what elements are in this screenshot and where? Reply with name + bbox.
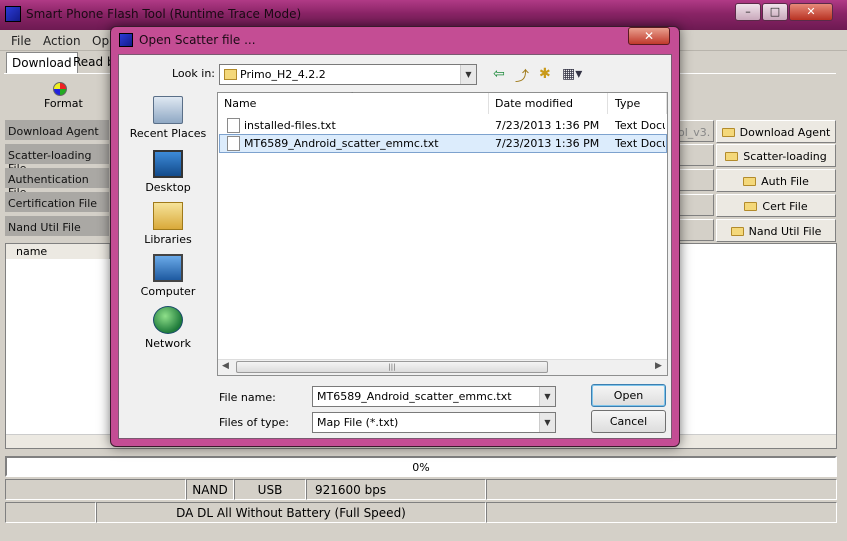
column-date-modified[interactable]: Date modified: [489, 93, 608, 114]
status-cell-8: [486, 502, 837, 523]
label-scatter-loading: Scatter-loading File: [5, 144, 109, 175]
up-folder-icon[interactable]: ⤴: [515, 66, 529, 86]
place-libraries-label: Libraries: [144, 233, 192, 246]
file-name-field[interactable]: MT6589_Android_scatter_emmc.txt ▼: [312, 386, 556, 407]
scroll-thumb[interactable]: |||: [236, 361, 548, 373]
file-date: 7/23/2013 1:36 PM: [495, 137, 600, 150]
place-computer[interactable]: Computer: [123, 254, 213, 298]
cert-file-button[interactable]: Cert File: [716, 194, 836, 217]
folder-icon: [224, 69, 237, 80]
label-certification: Certification File: [5, 192, 109, 214]
open-button[interactable]: Open: [591, 384, 666, 407]
status-port: USB: [234, 479, 306, 500]
folder-icon: [744, 202, 758, 211]
place-recent[interactable]: Recent Places: [123, 96, 213, 140]
file-name-value: MT6589_Android_scatter_emmc.txt: [317, 390, 512, 403]
file-row-selected[interactable]: MT6589_Android_scatter_emmc.txt 7/23/201…: [219, 134, 667, 153]
place-recent-label: Recent Places: [129, 127, 207, 140]
status-baudrate: 921600 bps: [306, 479, 486, 500]
folder-icon: [730, 227, 744, 236]
dialog-app-icon: [119, 33, 133, 47]
status-download-mode: DA DL All Without Battery (Full Speed): [96, 502, 486, 523]
place-computer-label: Computer: [140, 285, 196, 298]
nand-util-file-button[interactable]: Nand Util File: [716, 219, 836, 242]
place-desktop-label: Desktop: [145, 181, 191, 194]
menu-action[interactable]: Action: [43, 34, 81, 48]
progress-bar: 0%: [5, 456, 837, 477]
maximize-button[interactable]: □: [762, 3, 788, 21]
list-header-name[interactable]: name: [6, 244, 110, 259]
chevron-down-icon[interactable]: ▼: [539, 413, 555, 432]
back-icon[interactable]: ⇦: [493, 66, 505, 82]
view-menu-icon[interactable]: ▦▾: [562, 66, 582, 82]
file-type: Text Docu: [615, 119, 665, 132]
file-name: MT6589_Android_scatter_emmc.txt: [244, 137, 439, 150]
file-type: Text Docu: [615, 137, 665, 150]
file-row[interactable]: installed-files.txt 7/23/2013 1:36 PM Te…: [219, 116, 667, 135]
scatter-path[interactable]: [676, 144, 714, 166]
auth-file-button-label: Auth File: [761, 175, 809, 188]
text-file-icon: [227, 118, 240, 133]
scroll-left-icon[interactable]: ◀: [222, 361, 229, 371]
folder-icon: [743, 177, 757, 186]
app-icon: [5, 6, 21, 22]
place-desktop[interactable]: Desktop: [123, 150, 213, 194]
computer-icon: [153, 254, 183, 282]
format-icon[interactable]: [53, 82, 67, 96]
format-button-label[interactable]: Format: [44, 97, 83, 110]
auth-file-button[interactable]: Auth File: [716, 169, 836, 192]
look-in-label: Look in:: [172, 67, 215, 80]
place-libraries[interactable]: Libraries: [123, 202, 213, 246]
nand-util-path[interactable]: [676, 219, 714, 241]
column-name[interactable]: Name: [218, 93, 489, 114]
libraries-icon: [153, 202, 183, 230]
file-type-label: Files of type:: [219, 416, 290, 429]
text-file-icon: [227, 136, 240, 151]
column-type[interactable]: Type: [609, 93, 667, 114]
chevron-down-icon[interactable]: ▼: [460, 65, 476, 84]
tab-download[interactable]: Download: [6, 52, 78, 73]
place-network[interactable]: Network: [123, 306, 213, 350]
download-agent-button-label: Download Agent: [739, 126, 831, 139]
folder-icon: [721, 128, 735, 137]
file-type-value: Map File (*.txt): [317, 416, 399, 429]
desktop-icon: [153, 150, 183, 178]
scatter-loading-button[interactable]: Scatter-loading: [716, 144, 836, 167]
cert-file-button-label: Cert File: [762, 200, 808, 213]
dialog-close-button[interactable]: ✕: [628, 27, 670, 45]
status-cell-5: [486, 479, 837, 500]
cancel-button[interactable]: Cancel: [591, 410, 666, 433]
label-download-agent: Download Agent: [5, 120, 109, 142]
file-date: 7/23/2013 1:36 PM: [495, 119, 600, 132]
folder-icon: [725, 152, 739, 161]
status-cell-1: [5, 479, 186, 500]
menu-file[interactable]: File: [11, 34, 31, 48]
look-in-combo[interactable]: Primo_H2_4.2.2 ▼: [219, 64, 477, 85]
look-in-value: Primo_H2_4.2.2: [240, 68, 326, 81]
new-folder-icon[interactable]: ✱: [539, 66, 551, 82]
status-storage: NAND: [186, 479, 234, 500]
auth-path[interactable]: [676, 169, 714, 191]
chevron-down-icon[interactable]: ▼: [539, 387, 555, 406]
minimize-button[interactable]: –: [735, 3, 761, 21]
status-cell-6: [5, 502, 96, 523]
place-network-label: Network: [145, 337, 191, 350]
label-nand-util: Nand Util File: [5, 216, 109, 238]
network-icon: [153, 306, 183, 334]
menu-options[interactable]: Op: [92, 34, 109, 48]
dialog-title: Open Scatter file ...: [139, 33, 256, 47]
cert-path[interactable]: [676, 194, 714, 216]
close-button[interactable]: ✕: [789, 3, 833, 21]
scroll-right-icon[interactable]: ▶: [655, 361, 662, 371]
download-agent-path[interactable]: ol_v3.: [676, 120, 714, 142]
file-type-select[interactable]: Map File (*.txt) ▼: [312, 412, 556, 433]
file-name: installed-files.txt: [244, 119, 336, 132]
label-authentication: Authentication File: [5, 168, 109, 199]
recent-places-icon: [153, 96, 183, 124]
download-agent-button[interactable]: Download Agent: [716, 120, 836, 143]
scatter-loading-button-label: Scatter-loading: [743, 150, 827, 163]
file-name-label: File name:: [219, 391, 276, 404]
window-title: Smart Phone Flash Tool (Runtime Trace Mo…: [26, 7, 302, 21]
nand-util-file-button-label: Nand Util File: [748, 225, 822, 238]
